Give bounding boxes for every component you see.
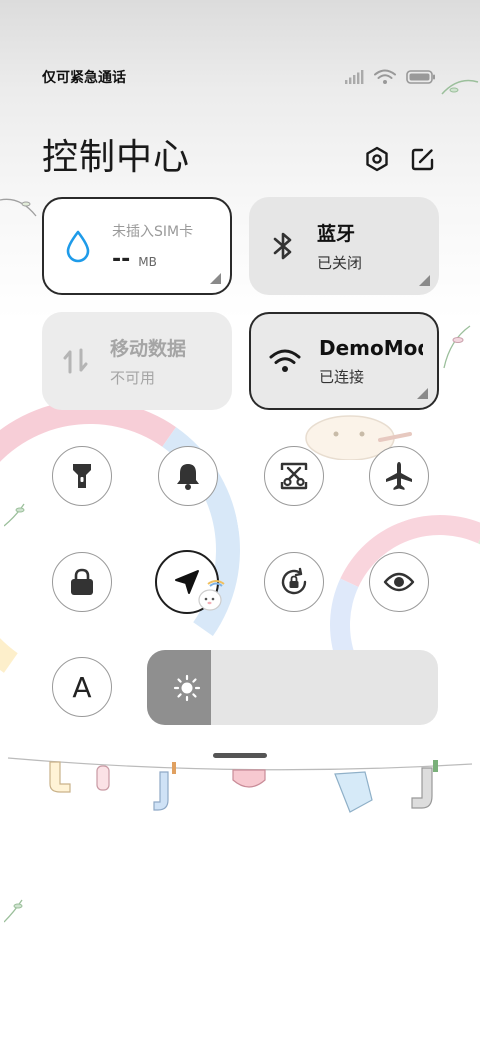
tile-text: DemoMode 已连接 [319, 336, 423, 387]
status-icons [344, 69, 436, 85]
bunny-sticker-decoration [198, 580, 225, 611]
clothesline-decoration [7, 757, 473, 813]
sim-status-label: 未插入SIM卡 [112, 223, 194, 240]
bluetooth-tile[interactable]: 蓝牙 已关闭 [249, 197, 439, 295]
bluetooth-status: 已关闭 [317, 254, 363, 272]
edit-button[interactable] [408, 144, 438, 174]
data-usage-number: -- [112, 246, 131, 272]
water-drop-icon [66, 230, 90, 263]
silent-toggle[interactable] [158, 446, 218, 506]
vine-decoration [4, 503, 25, 527]
rotation-lock-toggle[interactable] [264, 552, 324, 612]
reading-mode-toggle[interactable] [369, 552, 429, 612]
wifi-status: 已连接 [319, 367, 365, 386]
expand-corner-icon [419, 275, 430, 286]
flashlight-toggle[interactable] [52, 446, 112, 506]
vine-decoration [443, 325, 471, 369]
wifi-tile[interactable]: DemoMode 已连接 [249, 312, 439, 410]
eye-icon [383, 572, 415, 592]
tile-icon-wrap [251, 348, 319, 374]
tile-text: 蓝牙 已关闭 [317, 219, 362, 273]
airplane-toggle[interactable] [369, 446, 429, 506]
screenshot-toggle[interactable] [264, 446, 324, 506]
battery-icon [406, 70, 435, 84]
page-title: 控制中心 [42, 137, 191, 178]
wifi-icon [374, 69, 396, 84]
lock-screen-toggle[interactable] [52, 552, 112, 612]
vine-decoration [441, 79, 479, 95]
status-bar: 仅可紧急通话 [42, 66, 436, 88]
expand-corner-icon [417, 388, 428, 399]
edit-icon [411, 148, 434, 171]
data-usage-value: -- MB [112, 247, 193, 272]
bluetooth-title: 蓝牙 [317, 223, 356, 245]
vine-decoration [4, 899, 23, 923]
auto-brightness-toggle[interactable]: A [52, 657, 112, 717]
airplane-icon [386, 462, 412, 490]
mobile-data-status: 不可用 [110, 369, 156, 387]
wifi-network-name: DemoMode [319, 335, 423, 360]
brightness-slider[interactable] [147, 650, 438, 725]
data-usage-tile[interactable]: 未插入SIM卡 -- MB [42, 197, 232, 295]
flashlight-icon [73, 464, 91, 488]
carrier-label: 仅可紧急通话 [42, 70, 126, 86]
letter-a-icon: A [72, 670, 92, 704]
wifi-icon [269, 349, 301, 372]
tile-icon-wrap [249, 230, 317, 262]
sun-icon [173, 674, 201, 702]
hexagon-settings-icon [366, 146, 388, 172]
vine-decoration [0, 198, 37, 217]
signal-icon [345, 70, 364, 84]
tile-text: 未插入SIM卡 -- MB [112, 221, 193, 272]
arrows-up-down-icon [63, 348, 88, 374]
bell-icon [177, 464, 199, 490]
expand-corner-icon [210, 273, 221, 284]
data-usage-unit: MB [138, 254, 157, 269]
lock-icon [71, 568, 93, 595]
mobile-data-title: 移动数据 [110, 338, 187, 360]
rotation-lock-icon [281, 567, 307, 595]
tile-icon-wrap [42, 346, 110, 376]
settings-button[interactable] [362, 144, 392, 174]
scissors-icon [280, 462, 308, 490]
tile-icon-wrap [44, 229, 112, 263]
mobile-data-tile[interactable]: 移动数据 不可用 [42, 312, 232, 410]
tile-text: 移动数据 不可用 [110, 334, 186, 388]
bluetooth-icon [273, 232, 292, 260]
